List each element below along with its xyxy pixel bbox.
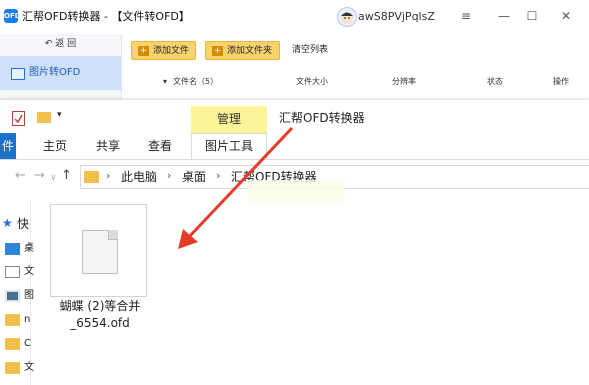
menu-icon[interactable]: ≡ xyxy=(455,5,477,27)
close-button[interactable]: ✕ xyxy=(555,5,577,27)
breadcrumb-desktop[interactable]: 桌面 xyxy=(182,169,206,185)
back-button[interactable]: ↶ 返 回 xyxy=(0,34,121,54)
recent-locations-icon[interactable]: ∨ xyxy=(50,170,57,186)
add-folder-label: 添加文件夹 xyxy=(227,46,273,56)
forward-arrow-icon[interactable]: → xyxy=(34,168,45,184)
breadcrumb-this-pc[interactable]: 此电脑 xyxy=(121,169,157,185)
folder-icon xyxy=(5,314,20,326)
nav-item-label[interactable]: 文 xyxy=(24,362,34,374)
back-icon: ↶ xyxy=(44,39,53,49)
desktop-icon xyxy=(5,243,20,255)
new-folder-icon[interactable] xyxy=(37,112,51,123)
document-fold-icon xyxy=(108,230,118,240)
sidebar-item-label: 图片转OFD xyxy=(29,67,81,78)
ribbon-tabs xyxy=(0,133,589,160)
folder-icon xyxy=(5,362,20,374)
minimize-button[interactable]: — xyxy=(493,5,515,27)
nav-item-label[interactable]: 图 xyxy=(24,290,34,302)
file-name[interactable]: 蝴蝶 (2)等合并 _6554.ofd xyxy=(46,298,154,332)
column-header-actions: 操作 xyxy=(553,77,569,86)
tooltip-ghost xyxy=(248,180,344,203)
column-header-filename[interactable]: 文件名（5） xyxy=(173,76,218,88)
breadcrumb-separator[interactable]: › xyxy=(216,168,220,184)
ribbon-context-label[interactable]: 管理 xyxy=(191,106,267,133)
nav-quick-access[interactable]: 快 xyxy=(17,216,29,232)
tab-file[interactable]: 件 xyxy=(0,133,16,159)
up-arrow-icon[interactable]: ↑ xyxy=(61,168,72,184)
app-logo: OFD xyxy=(4,9,21,23)
folder-icon xyxy=(5,338,20,350)
column-header-status: 状态 xyxy=(487,77,503,86)
tab-picture-tools[interactable]: 图片工具 xyxy=(191,133,267,159)
nav-item-label[interactable]: 文 xyxy=(24,266,34,278)
back-label: 返 回 xyxy=(55,39,77,49)
maximize-button[interactable]: ☐ xyxy=(521,5,543,27)
tab-view[interactable]: 查看 xyxy=(148,133,172,159)
add-file-icon: + xyxy=(138,46,149,56)
nav-item-label[interactable]: C xyxy=(24,338,31,350)
breadcrumb-separator[interactable]: › xyxy=(167,168,171,184)
documents-icon xyxy=(5,266,20,278)
clear-list-button[interactable]: 清空列表 xyxy=(292,41,328,60)
column-header-resolution: 分辨率 xyxy=(392,77,416,86)
checkmark-icon xyxy=(14,114,23,124)
tab-share[interactable]: 共享 xyxy=(96,133,120,159)
username[interactable]: awS8PVjPqlsZ xyxy=(358,9,435,25)
add-file-button[interactable]: + 添加文件 xyxy=(131,41,196,60)
nav-item-label[interactable]: n xyxy=(24,314,30,326)
tab-home[interactable]: 主页 xyxy=(43,133,67,159)
sidebar-item-image-to-ofd[interactable]: 图片转OFD xyxy=(0,56,121,90)
app-title: 汇帮OFD转换器 - 【文件转OFD】 xyxy=(22,10,190,23)
avatar[interactable] xyxy=(337,7,357,27)
avatar-face-icon xyxy=(341,12,353,24)
column-header-size: 文件大小 xyxy=(296,77,328,86)
pictures-icon xyxy=(5,290,20,302)
star-icon: ★ xyxy=(2,216,13,230)
folder-icon xyxy=(84,171,99,183)
quick-access-toolbar xyxy=(0,100,189,133)
breadcrumb-separator[interactable]: › xyxy=(106,168,110,184)
properties-icon[interactable] xyxy=(12,111,25,126)
nav-item-label[interactable]: 桌 xyxy=(24,243,34,255)
customize-toolbar-icon[interactable]: ▾ xyxy=(57,110,62,120)
add-folder-icon: + xyxy=(212,46,223,56)
window-title: 汇帮OFD转换器 xyxy=(279,111,365,125)
add-file-label: 添加文件 xyxy=(153,46,190,56)
image-icon xyxy=(11,68,25,80)
sort-icon[interactable]: ▾ xyxy=(163,76,167,88)
back-arrow-icon[interactable]: ← xyxy=(15,168,26,184)
add-folder-button[interactable]: + 添加文件夹 xyxy=(205,41,280,60)
